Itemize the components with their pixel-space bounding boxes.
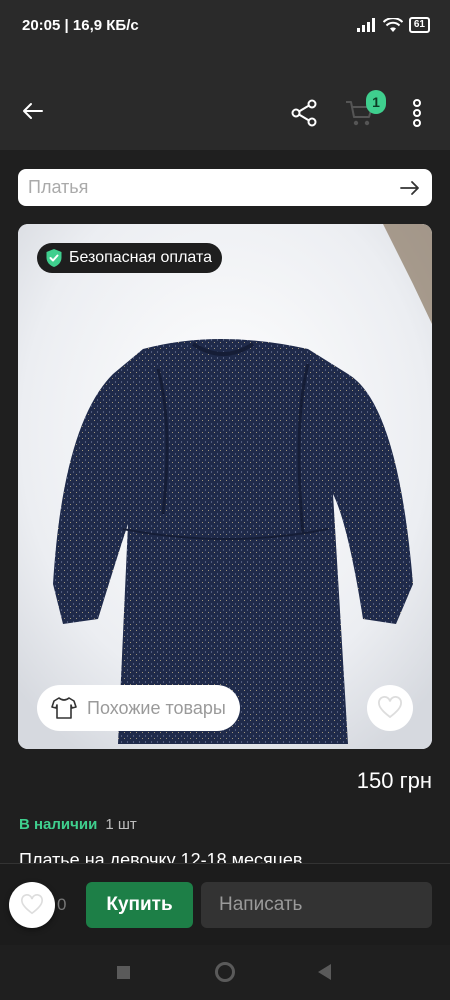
back-arrow-icon[interactable] bbox=[18, 96, 48, 126]
wifi-icon bbox=[382, 17, 403, 32]
bottom-action-bar: 0 Купить bbox=[0, 863, 450, 945]
search-box bbox=[18, 169, 432, 206]
product-image-card[interactable]: Безопасная оплата Похожие товары bbox=[18, 224, 432, 749]
search-input[interactable] bbox=[28, 177, 398, 198]
battery-indicator: 61 bbox=[408, 17, 430, 33]
shield-check-icon bbox=[46, 249, 62, 267]
stock-quantity: 1 шт bbox=[105, 816, 137, 833]
share-icon[interactable] bbox=[290, 98, 318, 128]
heart-icon bbox=[21, 894, 43, 915]
product-title: Платье на девочку 12-18 месяцев bbox=[19, 850, 303, 864]
like-count: 0 bbox=[57, 895, 67, 914]
heart-icon bbox=[378, 696, 402, 719]
like-button[interactable] bbox=[9, 882, 55, 928]
nav-back-icon[interactable] bbox=[318, 964, 331, 980]
status-bar: 20:05 | 16,9 КБ/с 61 bbox=[0, 0, 450, 50]
favorite-button[interactable] bbox=[367, 685, 413, 731]
product-photo bbox=[18, 224, 432, 749]
home-icon[interactable] bbox=[215, 962, 235, 982]
arrow-right-icon[interactable] bbox=[398, 176, 422, 200]
similar-products-label: Похожие товары bbox=[87, 697, 226, 718]
buy-button[interactable]: Купить bbox=[86, 882, 193, 928]
tshirt-icon bbox=[51, 697, 77, 719]
status-icons: 61 bbox=[356, 17, 430, 33]
system-nav-bar bbox=[0, 945, 450, 1000]
stock-row: В наличии 1 шт bbox=[19, 816, 137, 833]
status-time: 20:05 | 16,9 КБ/с bbox=[22, 16, 139, 34]
more-vert-icon[interactable] bbox=[408, 98, 426, 128]
toolbar: 1 bbox=[0, 84, 450, 140]
signal-icon bbox=[356, 18, 375, 32]
similar-products-button[interactable]: Похожие товары bbox=[37, 685, 240, 731]
message-box bbox=[201, 882, 450, 928]
message-input[interactable] bbox=[219, 894, 450, 916]
safe-payment-label: Безопасная оплата bbox=[69, 249, 212, 266]
cart-count-badge: 1 bbox=[366, 90, 386, 114]
product-price: 150 грн bbox=[356, 768, 432, 793]
stock-status: В наличии bbox=[19, 816, 98, 833]
safe-payment-badge: Безопасная оплата bbox=[37, 243, 222, 273]
recents-icon[interactable] bbox=[117, 966, 130, 979]
